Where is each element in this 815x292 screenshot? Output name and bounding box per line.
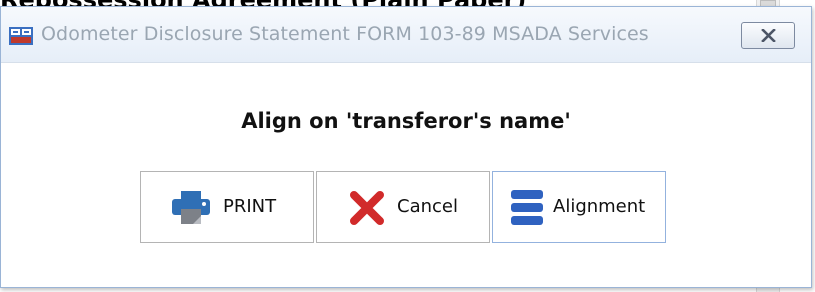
odometer-disclosure-dialog: Odometer Disclosure Statement FORM 103-8…	[0, 6, 812, 288]
print-button[interactable]: PRINT	[140, 171, 314, 243]
close-x-icon	[761, 29, 776, 42]
print-button-label: PRINT	[223, 196, 277, 217]
close-button[interactable]	[741, 22, 795, 49]
alignment-button[interactable]: Alignment	[492, 171, 666, 243]
cancel-button[interactable]: Cancel	[316, 171, 490, 243]
alignment-button-label: Alignment	[553, 196, 646, 217]
stacked-bars-icon	[511, 190, 543, 230]
form-app-icon	[9, 27, 33, 45]
dialog-title: Odometer Disclosure Statement FORM 103-8…	[41, 23, 649, 45]
red-x-icon	[349, 190, 385, 230]
cancel-button-label: Cancel	[397, 196, 458, 217]
dialog-titlebar[interactable]: Odometer Disclosure Statement FORM 103-8…	[1, 7, 811, 63]
dialog-content: Align on 'transferor's name' PRINT Cance…	[1, 63, 811, 287]
printer-icon	[171, 191, 211, 229]
alignment-prompt: Align on 'transferor's name'	[241, 109, 571, 133]
